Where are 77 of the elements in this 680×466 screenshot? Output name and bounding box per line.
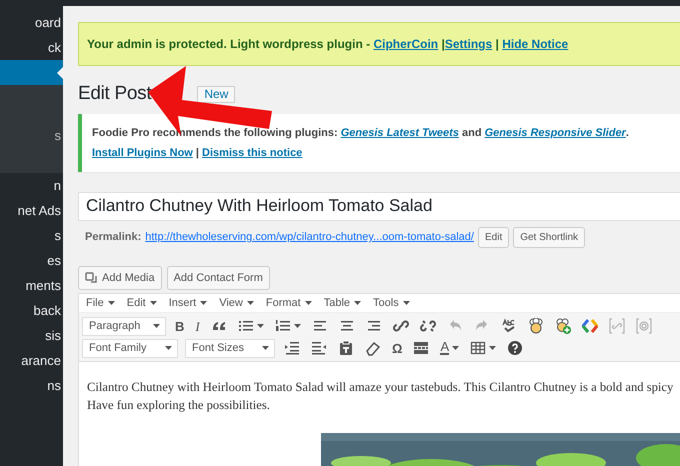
bracket-link-icon [608,318,625,334]
clipboard-icon [338,340,354,356]
help-icon [507,340,524,356]
code-brackets-icon [582,318,598,334]
chef-add-icon [554,318,571,334]
toolbar-button[interactable]: A [438,338,462,358]
add-form-button[interactable]: Add Contact Form [166,266,270,290]
sidebar-item[interactable]: oard [0,10,63,35]
sidebar-item[interactable] [0,60,63,85]
menu-item[interactable]: Edit [126,296,157,310]
caret-icon [294,324,301,328]
permalink-url[interactable]: http://thewholeserving.com/wp/cilantro-chutney...oom-tomato-salad/ [145,229,474,246]
menu-item[interactable]: View [219,296,254,310]
caret-icon [108,301,115,306]
sidebar-item[interactable]: ns [0,373,63,398]
toolbar-button[interactable]: I [193,316,202,336]
plugin-link[interactable]: Genesis Latest Tweets [340,126,459,139]
format-select[interactable]: Paragraph [82,316,166,336]
caret-icon [165,346,172,350]
toolbar-button[interactable]: Ω [390,338,404,358]
permalink-button[interactable]: Edit [478,226,510,248]
menu-item[interactable]: File [86,296,115,310]
bracket-target-icon [636,318,652,334]
caret-icon [452,346,460,350]
sidebar-item[interactable]: n [0,173,63,198]
caret-icon [200,301,208,306]
format-select[interactable]: Font Sizes [185,338,275,358]
notice-link[interactable]: CipherCoin [373,37,438,51]
spellcheck-icon [500,318,517,334]
caret-icon [489,346,496,350]
toolbar-button[interactable] [580,316,600,336]
format-select[interactable]: Font Family [82,338,178,358]
sidebar-item[interactable]: net Ads [0,198,63,223]
more-tag-icon [413,340,430,356]
permalink-button[interactable]: Get Shortlink [513,226,586,248]
chef-icon [528,318,544,334]
caret-icon [262,346,269,350]
notice-link[interactable]: Hide Notice [502,37,568,51]
menu-item[interactable]: Insert [168,296,208,310]
table-icon [470,340,486,356]
plugin-link[interactable]: Genesis Responsive Slider [484,126,626,139]
caret-icon [354,301,362,306]
outdent-icon [311,340,327,356]
title-field[interactable]: Cilantro Chutney With Heirloom Tomato Salad [78,192,680,221]
caret-icon [153,324,160,328]
add-media-button[interactable]: Add Media [78,266,162,290]
caret-icon [246,301,254,306]
sidebar-item[interactable]: back [0,298,63,323]
sidebar-item[interactable]: es [0,248,63,273]
notice-text: Your admin is protected. Light wordpress plugin - CipherCoin |Settings | Hide Notice [87,37,568,51]
add-new-button[interactable]: New [197,86,236,103]
sidebar-item[interactable]: arance [0,348,63,373]
link-icon [392,318,409,334]
sidebar-item[interactable]: s [0,223,63,248]
submenu-item[interactable]: s [0,124,63,148]
body-text: Cilantro Chutney with Heirloom Tomato Salad will amaze your tastebuds. This Cilantro Chutney is a bold and spicy [87,379,674,396]
sidebar-item[interactable]: ments [0,273,63,298]
toolbar-button[interactable]: B [173,316,186,336]
menu-item[interactable]: Format [266,296,312,310]
menu-item[interactable]: Tools [373,296,410,310]
eraser-icon [365,340,381,356]
caret-icon [304,301,312,306]
caret-icon [402,301,410,306]
notice-action-link[interactable]: Dismiss this notice [202,146,302,159]
menu-item[interactable]: Table [324,296,362,310]
media-icon [85,272,98,284]
caret-icon [256,324,264,328]
sidebar-item[interactable]: ck [0,35,63,60]
permalink-label: Permalink: [85,230,142,246]
page-title: Edit Post [78,83,152,106]
separator: | [194,146,200,159]
notice-link[interactable]: Settings [444,37,492,51]
sidebar-item[interactable]: sis [0,323,63,348]
body-text: Have fun exploring the possibilities. [87,397,271,414]
caret-icon [150,301,157,306]
indent-icon [284,340,300,356]
notice-action-link[interactable]: Install Plugins Now [92,146,193,159]
